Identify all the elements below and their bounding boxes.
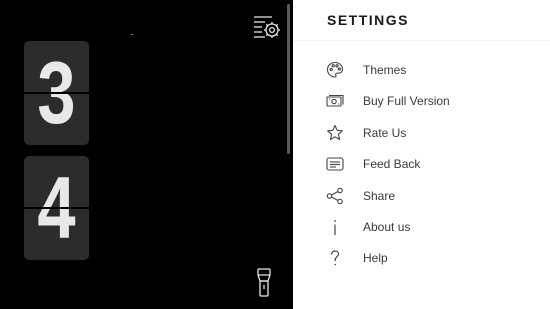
flashlight-icon[interactable]: [255, 268, 273, 298]
menu-item-about-us[interactable]: About us: [293, 212, 550, 243]
menu-label-help: Help: [363, 251, 388, 266]
scrollbar[interactable]: [287, 4, 290, 154]
hours-card-top: 3: [24, 41, 89, 92]
minutes-digit-top: 4: [31, 156, 82, 207]
settings-menu: Themes Buy Full Version Rate Us Feed Bac…: [293, 55, 550, 275]
minutes-flip-card: 4 4: [24, 156, 89, 260]
hours-flip-card: 3 3: [24, 41, 89, 145]
menu-label-about-us: About us: [363, 219, 411, 234]
hours-digit-bottom: 3: [31, 94, 82, 145]
minutes-card-bottom: 4: [24, 209, 89, 260]
divider: [293, 40, 550, 41]
menu-label-feed-back: Feed Back: [363, 157, 421, 172]
menu-item-buy-full-version[interactable]: Buy Full Version: [293, 86, 550, 117]
menu-item-share[interactable]: Share: [293, 181, 550, 212]
menu-item-rate-us[interactable]: Rate Us: [293, 118, 550, 149]
menu-label-buy-full-version: Buy Full Version: [363, 94, 450, 109]
question-icon: [326, 249, 344, 267]
flip-clock-pane: 3 3 4 4: [0, 0, 293, 309]
palette-icon: [326, 61, 344, 79]
menu-label-share: Share: [363, 188, 396, 203]
minutes-card-top: 4: [24, 156, 89, 207]
hours-digit-top: 3: [31, 41, 82, 92]
settings-gear-icon[interactable]: [252, 13, 282, 41]
info-icon: [326, 218, 344, 236]
menu-label-rate-us: Rate Us: [363, 125, 407, 140]
money-icon: [326, 92, 344, 110]
menu-label-themes: Themes: [363, 63, 407, 77]
decorative-dot: [131, 34, 133, 35]
hours-card-bottom: 3: [24, 94, 89, 145]
settings-title: SETTINGS: [327, 12, 410, 28]
menu-item-feed-back[interactable]: Feed Back: [293, 149, 550, 180]
star-icon: [326, 124, 344, 142]
menu-item-help[interactable]: Help: [293, 243, 550, 274]
share-icon: [326, 187, 344, 205]
settings-drawer: SETTINGS Themes Buy Full Version Rate Us…: [293, 0, 550, 309]
message-icon: [326, 155, 344, 173]
menu-item-themes[interactable]: Themes: [293, 55, 550, 86]
minutes-digit-bottom: 4: [31, 209, 82, 260]
